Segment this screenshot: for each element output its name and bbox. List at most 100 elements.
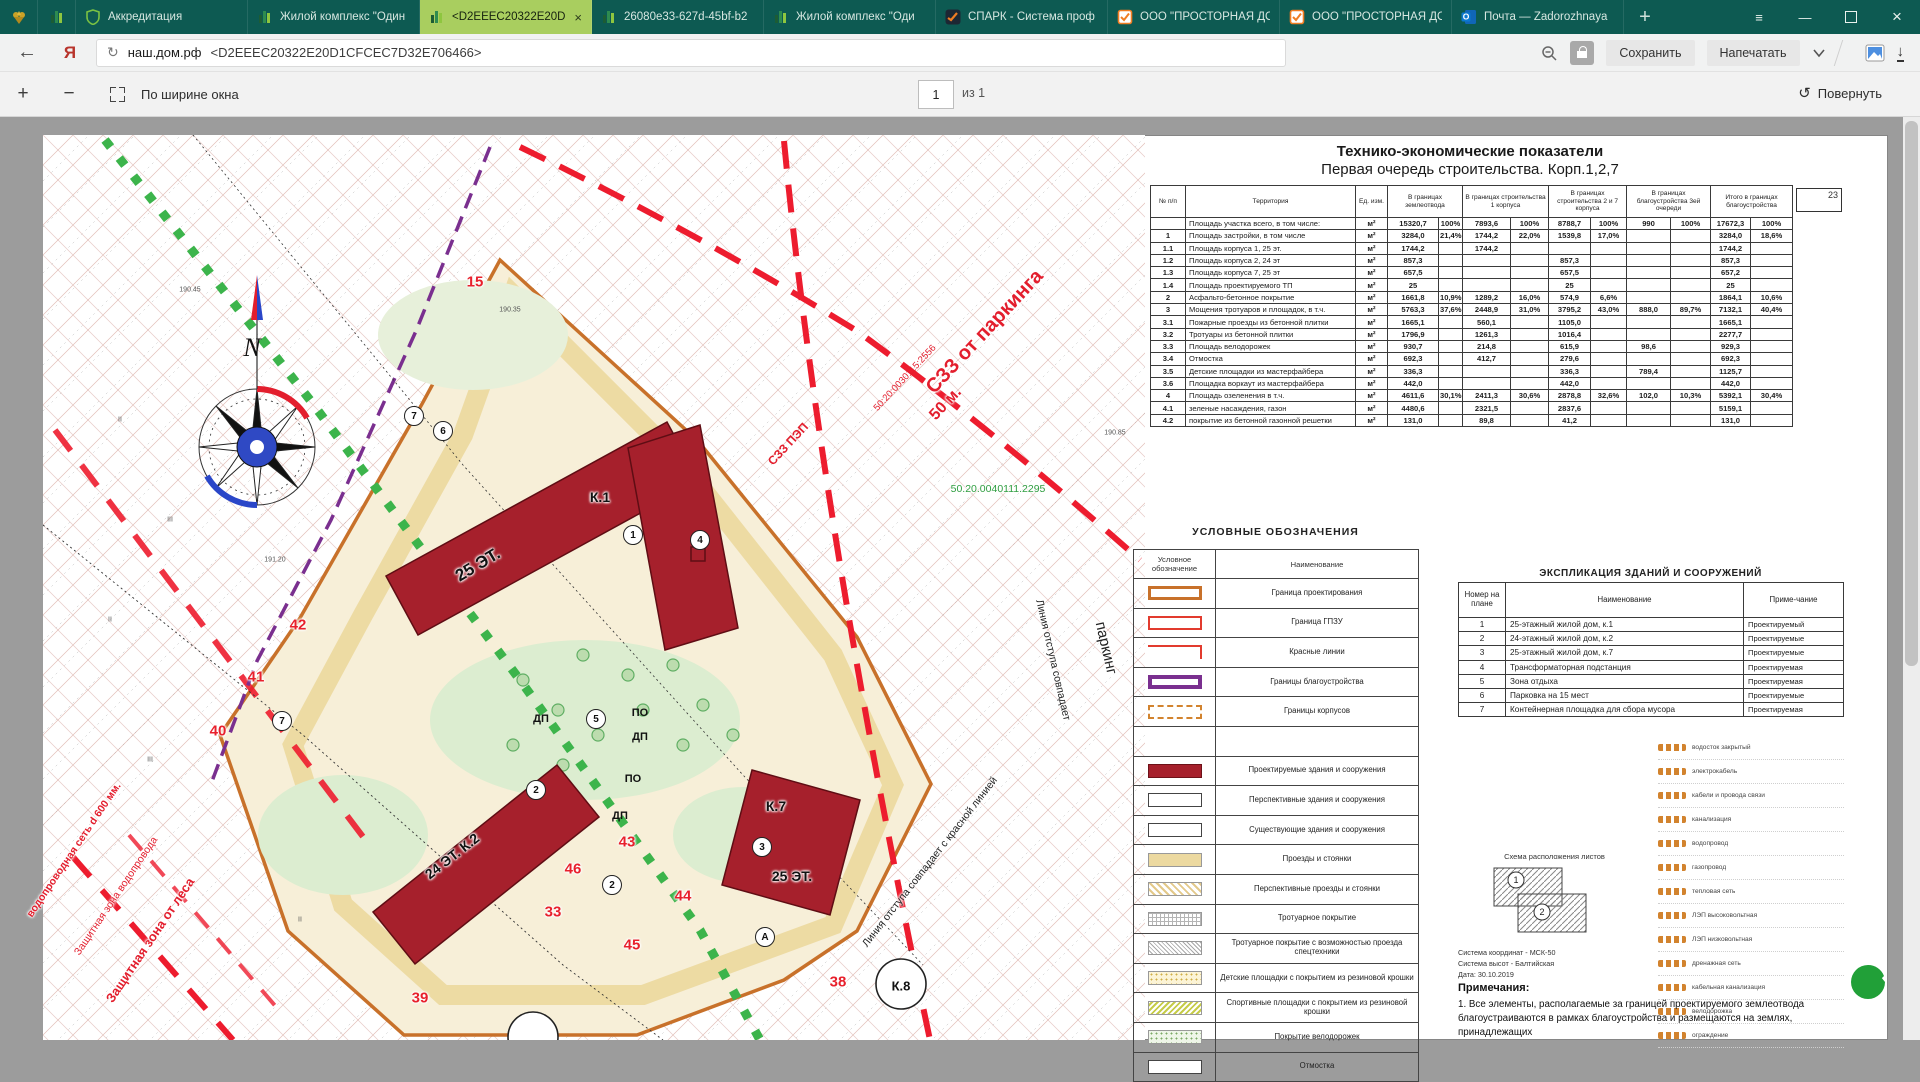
- zoom-in-button[interactable]: +: [0, 83, 46, 105]
- browser-tab-5[interactable]: 26080e33-627d-45bf-b2: [592, 0, 764, 34]
- tep-cell: [1463, 254, 1511, 266]
- search-icon[interactable]: [1540, 44, 1558, 62]
- rotate-button[interactable]: ↺ Повернуть: [1798, 84, 1882, 102]
- tep-row: 4.1зеленые насаждения, газонм²4480,62321…: [1151, 402, 1793, 414]
- tep-cell: [1511, 242, 1549, 254]
- svg-text:2: 2: [1539, 907, 1544, 917]
- tep-cell: [1151, 218, 1186, 230]
- legend-label: Перспективные проезды и стоянки: [1216, 874, 1419, 904]
- browser-tab-6[interactable]: Жилой комплекс "Оди: [764, 0, 936, 34]
- close-window-button[interactable]: ×: [1874, 0, 1920, 34]
- yandex-logo[interactable]: Я: [44, 43, 96, 63]
- tep-cell: 3.4: [1151, 353, 1186, 365]
- legend-label: Границы благоустройства: [1216, 667, 1419, 697]
- tep-cell: 1796,9: [1388, 328, 1439, 340]
- explication-row: 125-этажный жилой дом, к.1Проектируемый: [1459, 618, 1844, 632]
- legend-swatch-frame-purple: [1148, 675, 1202, 689]
- new-tab-button[interactable]: +: [1624, 0, 1666, 34]
- legend-swatch-grid: [1148, 912, 1202, 926]
- fit-width-label[interactable]: По ширине окна: [141, 87, 239, 102]
- tep-cell: 100%: [1439, 218, 1463, 230]
- browser-tab-1[interactable]: [38, 0, 76, 34]
- browser-tab-bar: Аккредитация Жилой комплекс "Один<D2EEEC2…: [0, 0, 1920, 34]
- minimize-button[interactable]: —: [1782, 0, 1828, 34]
- download-icon[interactable]: ↓: [1897, 44, 1905, 62]
- sber-logo[interactable]: [1848, 962, 1888, 1002]
- vertical-scrollbar[interactable]: [1903, 117, 1920, 1040]
- browser-tab-7[interactable]: СПАРК - Система проф: [936, 0, 1108, 34]
- explication-header: Номер на плане: [1459, 583, 1506, 618]
- legend-row: Покрытие велодорожек: [1134, 1022, 1419, 1052]
- tep-cell: [1591, 353, 1627, 365]
- legend-label: Детские площадки с покрытием из резиново…: [1216, 963, 1419, 993]
- tep-cell: 10,3%: [1671, 390, 1711, 402]
- tep-cell: [1511, 279, 1549, 291]
- zoom-out-button[interactable]: −: [46, 83, 92, 105]
- tep-cell: м²: [1356, 218, 1388, 230]
- browser-tab-4[interactable]: <D2EEEC20322E20D1×: [420, 0, 592, 34]
- browser-tab-9[interactable]: ООО "ПРОСТОРНАЯ ДО: [1280, 0, 1452, 34]
- browser-menu-button[interactable]: ≡: [1736, 0, 1782, 34]
- restore-button[interactable]: [1828, 0, 1874, 34]
- tep-cell: 1539,8: [1549, 230, 1591, 242]
- legend-swatch-cell: [1134, 608, 1216, 638]
- coord-system: Система координат - МСК-50: [1458, 948, 1555, 959]
- legend-row: Проезды и стоянки: [1134, 845, 1419, 875]
- map-circled-number: 7: [404, 406, 424, 426]
- tab-close-icon[interactable]: ×: [574, 10, 582, 25]
- legend-row: Тротуарное покрытие с возможностью проез…: [1134, 934, 1419, 964]
- image-panel-icon[interactable]: [1865, 44, 1885, 62]
- tep-cell: [1591, 402, 1627, 414]
- utility-label: газопровод: [1692, 864, 1726, 871]
- page-number-input[interactable]: 1: [918, 80, 954, 109]
- tep-cell: [1439, 254, 1463, 266]
- address-field[interactable]: ↻ наш.дом.рф <D2EEEC20322E20D1CFCEC7D32E…: [96, 39, 1286, 67]
- lock-icon[interactable]: [1570, 41, 1594, 65]
- reload-icon[interactable]: ↻: [107, 44, 119, 61]
- tep-cell: [1671, 377, 1711, 389]
- utility-line-icon: [1658, 960, 1686, 967]
- browser-tab-8[interactable]: ООО "ПРОСТОРНАЯ ДО: [1108, 0, 1280, 34]
- tep-cell: 1.4: [1151, 279, 1186, 291]
- utility-line-icon: [1658, 912, 1686, 919]
- tep-cell: 442,0: [1711, 377, 1751, 389]
- tab-label: Аккредитация: [108, 11, 238, 23]
- fit-width-icon[interactable]: [110, 87, 125, 102]
- tep-cell: 442,0: [1549, 377, 1591, 389]
- tep-cell: 10,9%: [1439, 291, 1463, 303]
- tep-cell: [1627, 377, 1671, 389]
- browser-tab-2[interactable]: Аккредитация: [76, 0, 248, 34]
- browser-tab-3[interactable]: Жилой комплекс "Один: [248, 0, 420, 34]
- tep-cell: 5763,3: [1388, 304, 1439, 316]
- chevron-down-icon[interactable]: [1812, 48, 1826, 58]
- tep-cell: 279,6: [1549, 353, 1591, 365]
- note-line-2: благоустраиваются в рамках благоустройст…: [1458, 1013, 1792, 1038]
- browser-tab-10[interactable]: OПочта — Zadorozhnaya: [1452, 0, 1624, 34]
- legend-swatch-dots-green: [1148, 1030, 1202, 1044]
- tep-cell: м²: [1356, 279, 1388, 291]
- window-controls: ≡ — ×: [1736, 0, 1920, 34]
- print-button[interactable]: Напечатать: [1707, 40, 1800, 66]
- browser-tab-0[interactable]: [0, 0, 38, 34]
- tep-cell: 131,0: [1711, 414, 1751, 426]
- tep-cell: 3.6: [1151, 377, 1186, 389]
- back-button[interactable]: ←: [10, 41, 44, 64]
- tep-cell: [1439, 279, 1463, 291]
- tep-cell: 888,0: [1627, 304, 1671, 316]
- explication-cell: Проектируемая: [1744, 703, 1844, 717]
- tep-cell: [1751, 279, 1793, 291]
- tep-cell: Площадь корпуса 7, 25 эт: [1186, 267, 1356, 279]
- tep-cell: 41,2: [1549, 414, 1591, 426]
- tep-cell: [1591, 328, 1627, 340]
- tep-cell: 857,3: [1711, 254, 1751, 266]
- tep-cell: [1671, 353, 1711, 365]
- save-button[interactable]: Сохранить: [1606, 40, 1694, 66]
- utility-line-icon: [1658, 816, 1686, 823]
- scrollbar-thumb[interactable]: [1905, 121, 1918, 666]
- tep-cell: [1671, 242, 1711, 254]
- tep-cell: [1671, 414, 1711, 426]
- tep-cell: 1289,2: [1463, 291, 1511, 303]
- svg-text:1: 1: [1513, 875, 1518, 885]
- utility-line-icon: [1658, 768, 1686, 775]
- check-favicon: [1117, 9, 1133, 25]
